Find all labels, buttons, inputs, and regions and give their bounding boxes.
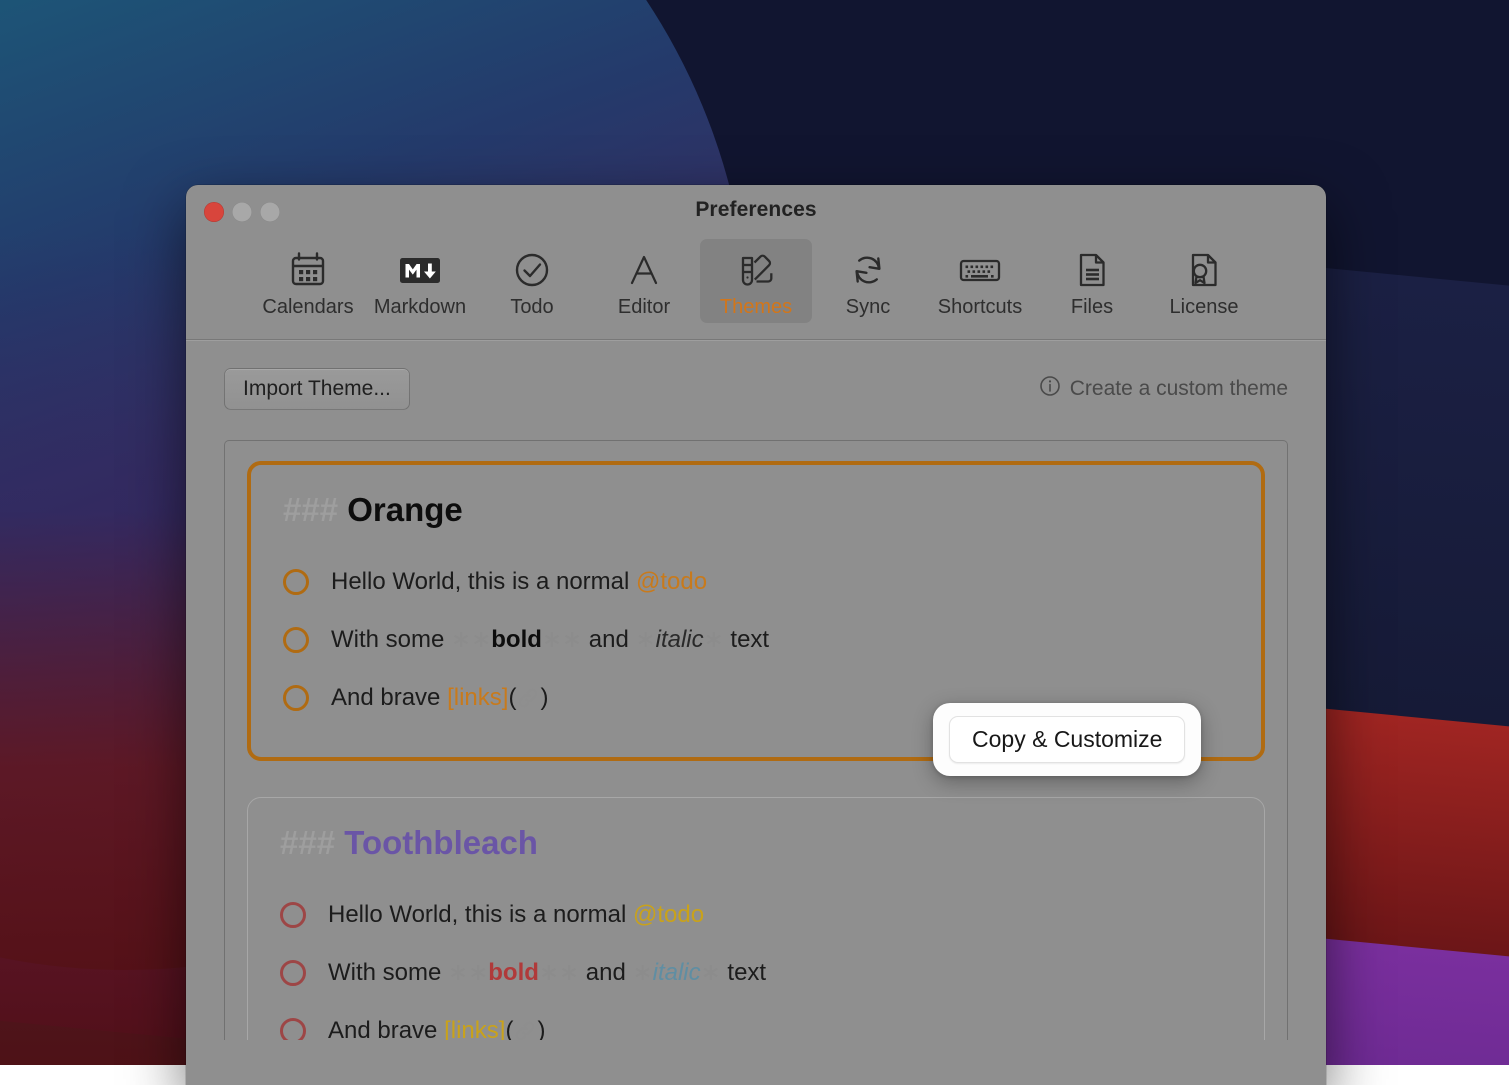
themes-pane: Import Theme... Create a custom theme ##… xyxy=(186,340,1326,1040)
text-link: links xyxy=(451,1017,499,1040)
theme-name-toothbleach: Toothbleach xyxy=(344,824,538,861)
theme-name-orange: Orange xyxy=(347,491,463,528)
tab-label-todo: Todo xyxy=(510,297,553,317)
tab-label-editor: Editor xyxy=(618,297,670,317)
themes-action-row: Import Theme... Create a custom theme xyxy=(224,366,1288,412)
tab-shortcuts[interactable]: Shortcuts xyxy=(924,239,1036,323)
text-plain: and xyxy=(582,626,635,653)
todo-circle-icon xyxy=(280,960,306,986)
tab-label-themes: Themes xyxy=(720,297,792,317)
theme-preview-line: Hello World, this is a normal @todo xyxy=(280,886,1232,944)
text-asterisks: ∗∗ xyxy=(542,626,582,653)
text-bracket-open: [ xyxy=(444,1017,451,1040)
todo-circle-icon xyxy=(283,569,309,595)
text-asterisk: ∗ xyxy=(636,626,656,653)
tab-todo[interactable]: Todo xyxy=(476,239,588,323)
tab-label-calendars: Calendars xyxy=(262,297,353,317)
text-plain: text xyxy=(724,626,769,653)
text-plain: and xyxy=(579,959,632,986)
text-plain: text xyxy=(721,959,766,986)
calendar-icon xyxy=(287,247,329,293)
tab-themes[interactable]: Themes xyxy=(700,239,812,323)
heading-hashes: ### xyxy=(283,491,338,528)
preview-text: And brave [links]() xyxy=(331,684,548,712)
window-titlebar: Preferences xyxy=(186,185,1326,239)
page-title: Preferences xyxy=(186,198,1326,222)
keyboard-icon xyxy=(957,247,1003,293)
text-bracket-open: [ xyxy=(447,684,454,711)
markdown-icon xyxy=(397,247,443,293)
chain-link-icon xyxy=(513,1017,537,1040)
theme-preview-line: With some ∗∗bold∗∗ and ∗italic∗ text xyxy=(283,611,1229,669)
sync-icon xyxy=(847,247,889,293)
chain-link-icon xyxy=(516,684,540,711)
document-icon xyxy=(1071,247,1113,293)
copy-customize-button[interactable]: Copy & Customize xyxy=(949,716,1185,763)
text-asterisk: ∗ xyxy=(701,959,721,986)
heading-hashes: ### xyxy=(280,824,335,861)
text-plain: And brave xyxy=(331,684,447,711)
palette-icon xyxy=(735,247,777,293)
preview-text: With some ∗∗bold∗∗ and ∗italic∗ text xyxy=(331,625,769,654)
text-plain: With some xyxy=(331,626,451,653)
todo-circle-icon xyxy=(283,685,309,711)
tab-editor[interactable]: Editor xyxy=(588,239,700,323)
text-paren-close: ) xyxy=(540,684,548,711)
preview-text: And brave [links]() xyxy=(328,1017,545,1040)
text-bold: bold xyxy=(491,626,542,653)
import-theme-button[interactable]: Import Theme... xyxy=(224,368,410,410)
tab-label-shortcuts: Shortcuts xyxy=(938,297,1022,317)
text-plain: And brave xyxy=(328,1017,444,1040)
theme-heading-toothbleach: ### Toothbleach xyxy=(280,824,1232,862)
text-bold: bold xyxy=(488,959,539,986)
tab-license[interactable]: License xyxy=(1148,239,1260,323)
preferences-window: Preferences xyxy=(186,185,1326,1085)
todo-circle-icon xyxy=(280,902,306,928)
copy-customize-popup: Copy & Customize xyxy=(933,703,1201,776)
text-plain: Hello World, this is a normal xyxy=(331,568,636,595)
text-todo-tag: @todo xyxy=(633,901,704,928)
text-asterisk: ∗ xyxy=(704,626,724,653)
text-asterisks: ∗∗ xyxy=(539,959,579,986)
tab-label-license: License xyxy=(1170,297,1239,317)
tab-label-markdown: Markdown xyxy=(374,297,466,317)
todo-circle-icon xyxy=(280,1018,306,1040)
text-plain: With some xyxy=(328,959,448,986)
tab-label-files: Files xyxy=(1071,297,1113,317)
theme-heading-orange: ### Orange xyxy=(283,491,1229,529)
text-italic: italic xyxy=(653,959,701,986)
text-italic: italic xyxy=(656,626,704,653)
text-link: links xyxy=(454,684,502,711)
text-asterisk: ∗ xyxy=(633,959,653,986)
theme-card-toothbleach[interactable]: ### Toothbleach Hello World, this is a n… xyxy=(247,797,1265,1040)
tab-markdown[interactable]: Markdown xyxy=(364,239,476,323)
create-custom-theme-link[interactable]: Create a custom theme xyxy=(1039,375,1288,403)
theme-preview-line: Hello World, this is a normal @todo xyxy=(283,553,1229,611)
preview-text: Hello World, this is a normal @todo xyxy=(331,568,707,596)
text-asterisks: ∗∗ xyxy=(451,626,491,653)
todo-circle-icon xyxy=(283,627,309,653)
tab-files[interactable]: Files xyxy=(1036,239,1148,323)
tab-calendars[interactable]: Calendars xyxy=(252,239,364,323)
letter-a-icon xyxy=(623,247,665,293)
text-plain: Hello World, this is a normal xyxy=(328,901,633,928)
preview-text: With some ∗∗bold∗∗ and ∗italic∗ text xyxy=(328,958,766,987)
check-circle-icon xyxy=(511,247,553,293)
preferences-toolbar: Calendars Markdown To xyxy=(186,239,1326,339)
certificate-icon xyxy=(1183,247,1225,293)
text-todo-tag: @todo xyxy=(636,568,707,595)
tab-label-sync: Sync xyxy=(846,297,890,317)
theme-preview-line: With some ∗∗bold∗∗ and ∗italic∗ text xyxy=(280,944,1232,1002)
text-paren-close: ) xyxy=(537,1017,545,1040)
tab-sync[interactable]: Sync xyxy=(812,239,924,323)
preview-text: Hello World, this is a normal @todo xyxy=(328,901,704,929)
text-asterisks: ∗∗ xyxy=(448,959,488,986)
info-circle-icon xyxy=(1039,375,1061,403)
create-custom-theme-label: Create a custom theme xyxy=(1070,377,1288,401)
theme-preview-line: And brave [links]() xyxy=(280,1002,1232,1040)
